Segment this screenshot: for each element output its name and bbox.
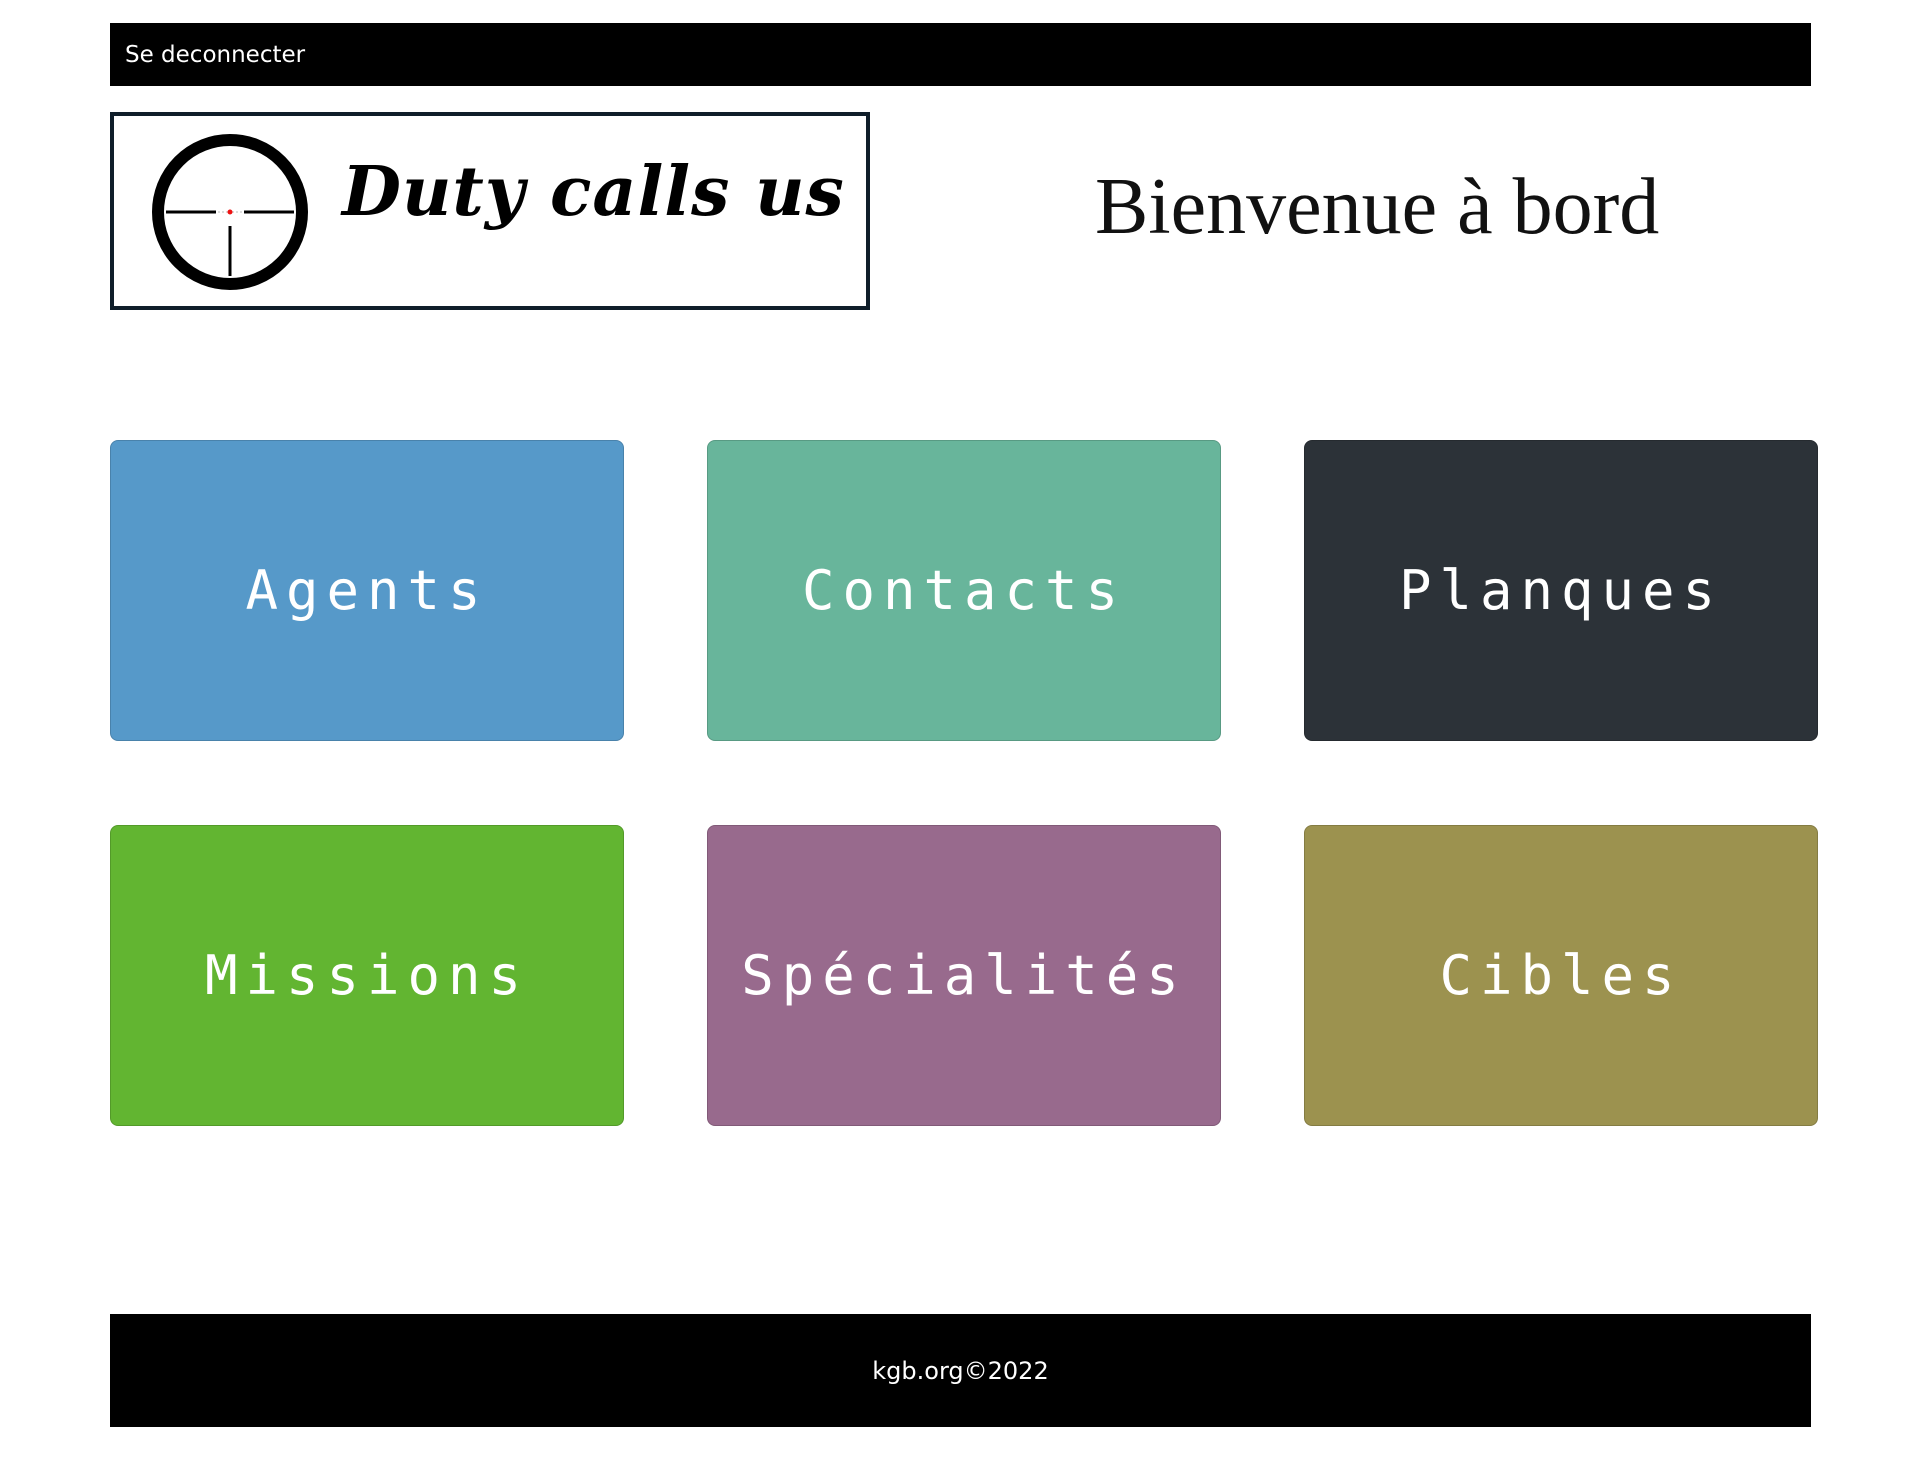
tile-agents[interactable]: Agents (110, 440, 624, 741)
logo-banner: Duty calls us (110, 112, 870, 310)
crosshair-icon (152, 134, 308, 290)
tile-label: Spécialités (741, 944, 1187, 1007)
tile-label: Agents (245, 559, 489, 622)
logo-text: Duty calls us (342, 152, 845, 232)
tile-planques[interactable]: Planques (1304, 440, 1818, 741)
tile-contacts[interactable]: Contacts (707, 440, 1221, 741)
footer: kgb.org©2022 (110, 1314, 1811, 1427)
top-navbar: Se deconnecter (110, 23, 1811, 86)
footer-copyright: kgb.org©2022 (872, 1356, 1049, 1385)
tile-specialites[interactable]: Spécialités (707, 825, 1221, 1126)
tile-cibles[interactable]: Cibles (1304, 825, 1818, 1126)
tile-label: Cibles (1439, 944, 1683, 1007)
tile-label: Planques (1398, 559, 1724, 622)
tile-missions[interactable]: Missions (110, 825, 624, 1126)
tile-label: Missions (204, 944, 530, 1007)
tile-label: Contacts (801, 559, 1127, 622)
welcome-heading: Bienvenue à bord (1095, 163, 1660, 251)
logout-link[interactable]: Se deconnecter (125, 42, 305, 68)
